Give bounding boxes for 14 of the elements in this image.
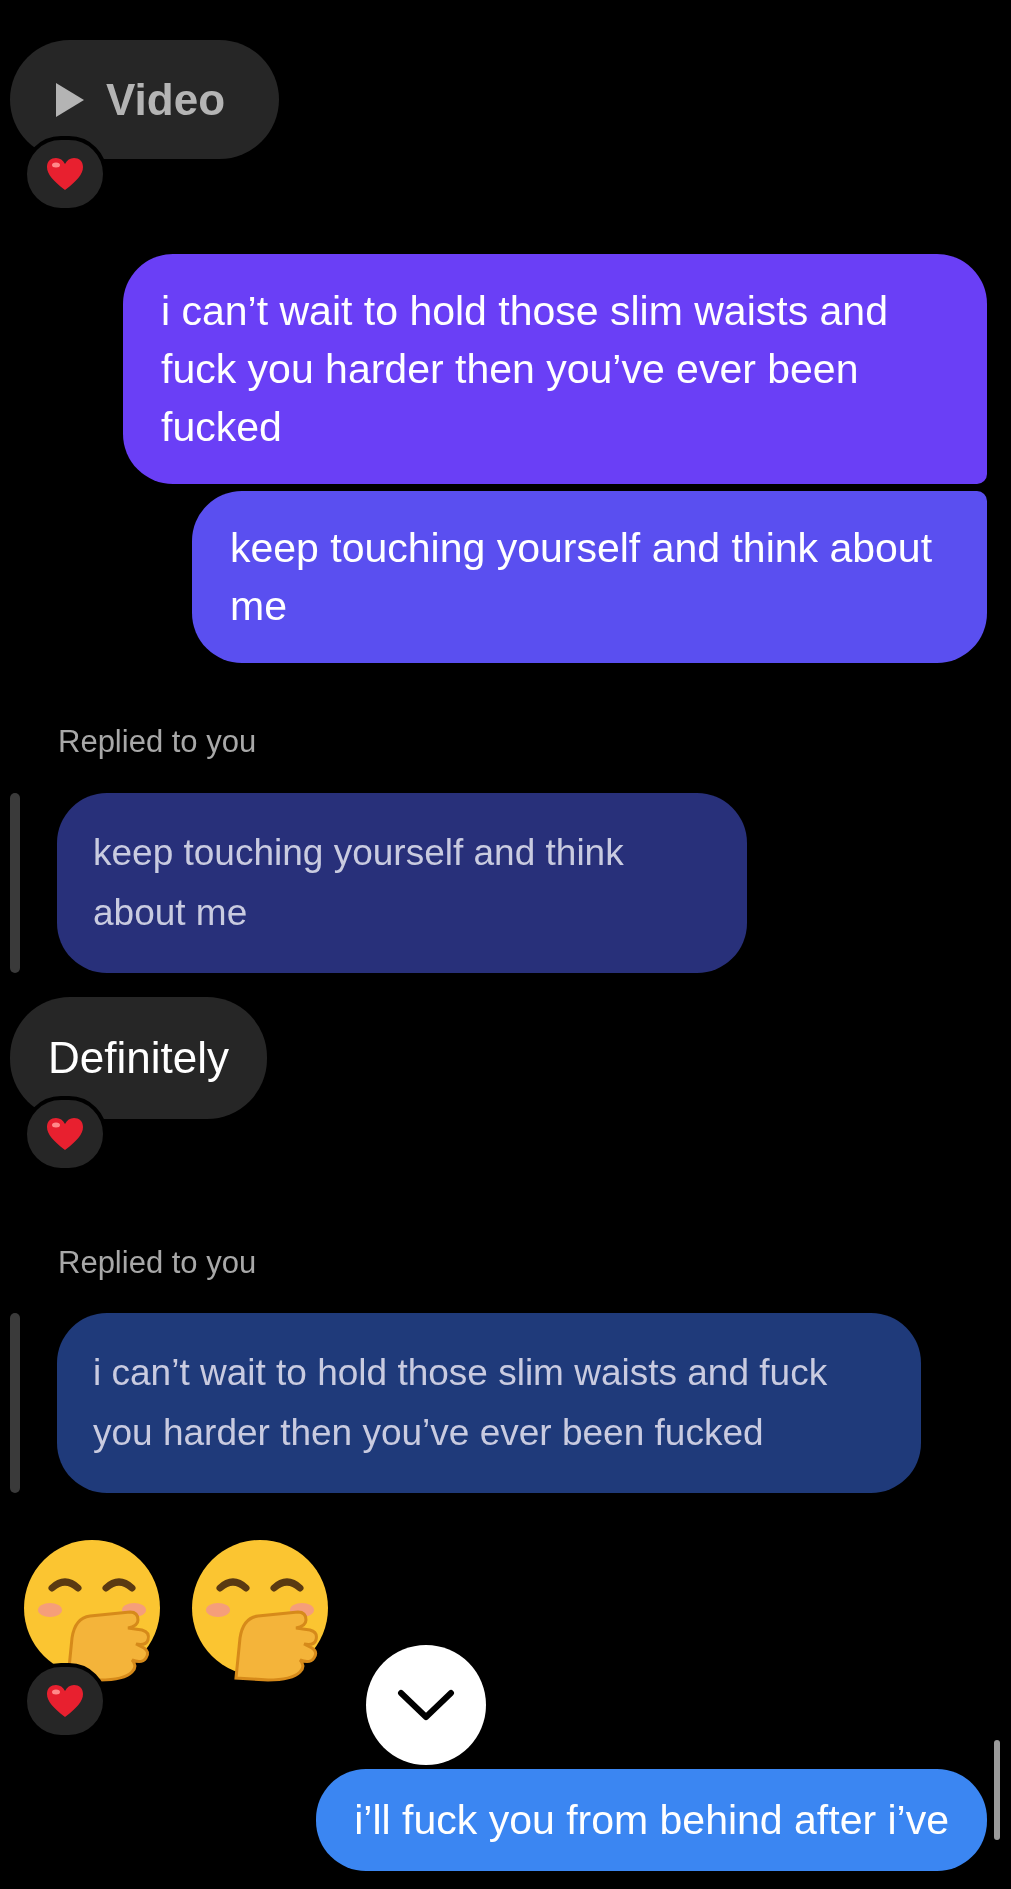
video-message[interactable]: Video — [10, 40, 279, 159]
reply-label: Replied to you — [58, 723, 258, 761]
chevron-down-icon — [397, 1689, 455, 1721]
message-bubble: i’ll fuck you from behind after i’ve — [316, 1769, 987, 1871]
play-icon — [56, 82, 84, 117]
heart-icon — [45, 156, 85, 192]
message-bubble: Definitely — [10, 996, 267, 1119]
quoted-message: i can’t wait to hold those slim waists and fuck you harder then you’ve ever been fucked — [57, 1313, 921, 1493]
message-bubble: i can’t wait to hold those slim waists and fuck you harder then you’ve ever been fucked — [123, 254, 987, 484]
heart-icon — [45, 1115, 85, 1152]
message-bubble: keep touching yourself and think about me — [192, 491, 987, 663]
quoted-message: keep touching yourself and think about me — [57, 792, 747, 973]
reply-label: Replied to you — [58, 1243, 258, 1282]
heart-icon — [45, 1683, 85, 1719]
